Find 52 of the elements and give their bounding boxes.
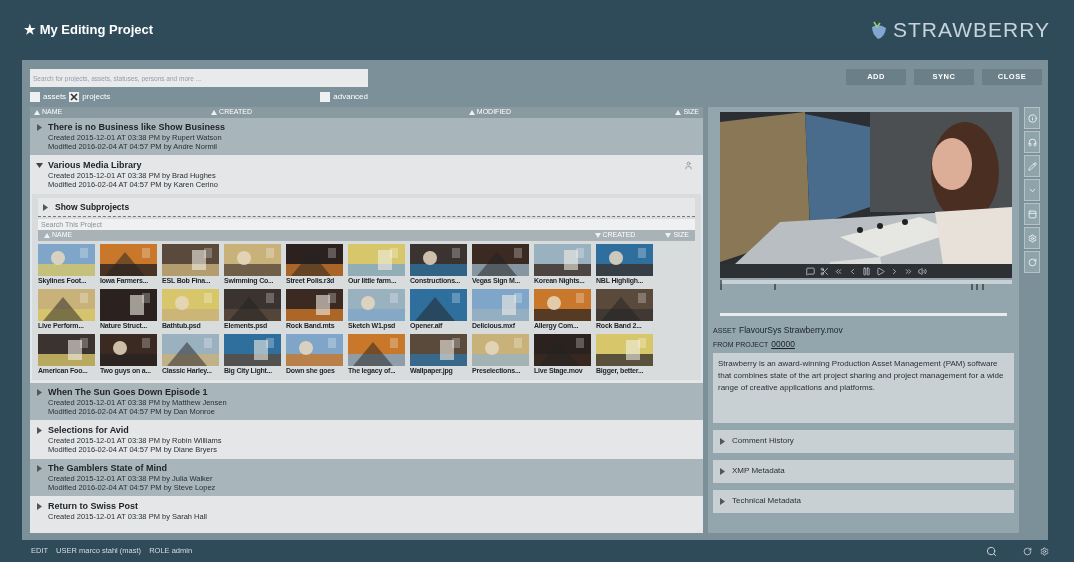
project-name: Selections for Avid bbox=[48, 424, 129, 436]
caret-down-icon[interactable] bbox=[36, 161, 43, 169]
caret-right-icon[interactable] bbox=[36, 388, 43, 396]
accordion-section[interactable]: Technical Metadata bbox=[713, 489, 1015, 513]
person-icon bbox=[684, 160, 693, 170]
refresh-icon[interactable] bbox=[1023, 546, 1032, 556]
checkbox[interactable] bbox=[320, 92, 331, 102]
sort-up-icon[interactable] bbox=[468, 110, 475, 115]
asset-description: Strawberry is an award-winning Production Asset Management (PAM) software that combines state of the art project sharing and project management for a wide range of creative applications and platforms. bbox=[713, 352, 1015, 423]
sort-up-icon[interactable] bbox=[211, 110, 218, 115]
asset-name: FlavourSys Strawberry.mov bbox=[738, 324, 843, 337]
sort-up-icon[interactable] bbox=[34, 110, 40, 115]
sort-up-icon[interactable] bbox=[44, 233, 50, 238]
caret-right-icon[interactable] bbox=[42, 203, 49, 211]
caret-right-icon[interactable] bbox=[36, 123, 43, 131]
sort-up-icon[interactable] bbox=[675, 110, 682, 115]
comment-icon[interactable] bbox=[805, 266, 815, 276]
checkbox-label: advanced bbox=[333, 91, 368, 103]
settings-icon[interactable] bbox=[1040, 546, 1049, 556]
project-name: Various Media Library bbox=[48, 159, 142, 171]
volume-icon[interactable] bbox=[917, 266, 927, 276]
search-icon[interactable] bbox=[986, 545, 997, 557]
caret-right-icon[interactable] bbox=[36, 502, 43, 510]
sort-down-icon[interactable] bbox=[594, 233, 601, 238]
subprojects-toggle[interactable]: Show Subprojects bbox=[38, 198, 695, 217]
caret-right-icon[interactable] bbox=[719, 437, 726, 445]
window-icon[interactable] bbox=[1024, 203, 1040, 225]
caret-right-icon[interactable] bbox=[719, 497, 726, 505]
checkbox[interactable] bbox=[69, 92, 80, 102]
logo: STRAWBERRY bbox=[892, 17, 1050, 44]
scissors-icon[interactable] bbox=[819, 266, 829, 276]
project-name: There is no Business like Show Business bbox=[48, 121, 226, 133]
caret-right-icon[interactable] bbox=[36, 426, 43, 434]
caret-right-icon[interactable] bbox=[36, 464, 43, 472]
sort-down-icon[interactable] bbox=[665, 233, 672, 238]
pause-icon[interactable] bbox=[861, 266, 871, 276]
project-link[interactable]: 00000 bbox=[771, 337, 795, 351]
caret-right-icon[interactable] bbox=[719, 467, 726, 475]
checkbox[interactable] bbox=[30, 92, 40, 102]
play-icon[interactable] bbox=[875, 266, 885, 276]
project-name: Return to Swiss Post bbox=[48, 500, 138, 512]
accordion-section[interactable]: Comment History bbox=[713, 429, 1015, 453]
fast-forward-icon[interactable] bbox=[903, 266, 913, 276]
project-title: ★ My Editing Project bbox=[24, 21, 154, 40]
accordion-section[interactable]: XMP Metadata bbox=[713, 459, 1015, 483]
checkbox-label: projects bbox=[82, 91, 111, 103]
headphones-icon[interactable] bbox=[1024, 131, 1040, 153]
project-name: The Gamblers State of Mind bbox=[48, 462, 168, 474]
project-name: When The Sun Goes Down Episode 1 bbox=[48, 386, 208, 398]
rewind-icon[interactable] bbox=[833, 266, 843, 276]
checkbox-label: assets bbox=[43, 91, 67, 103]
info-icon[interactable] bbox=[1024, 107, 1040, 129]
